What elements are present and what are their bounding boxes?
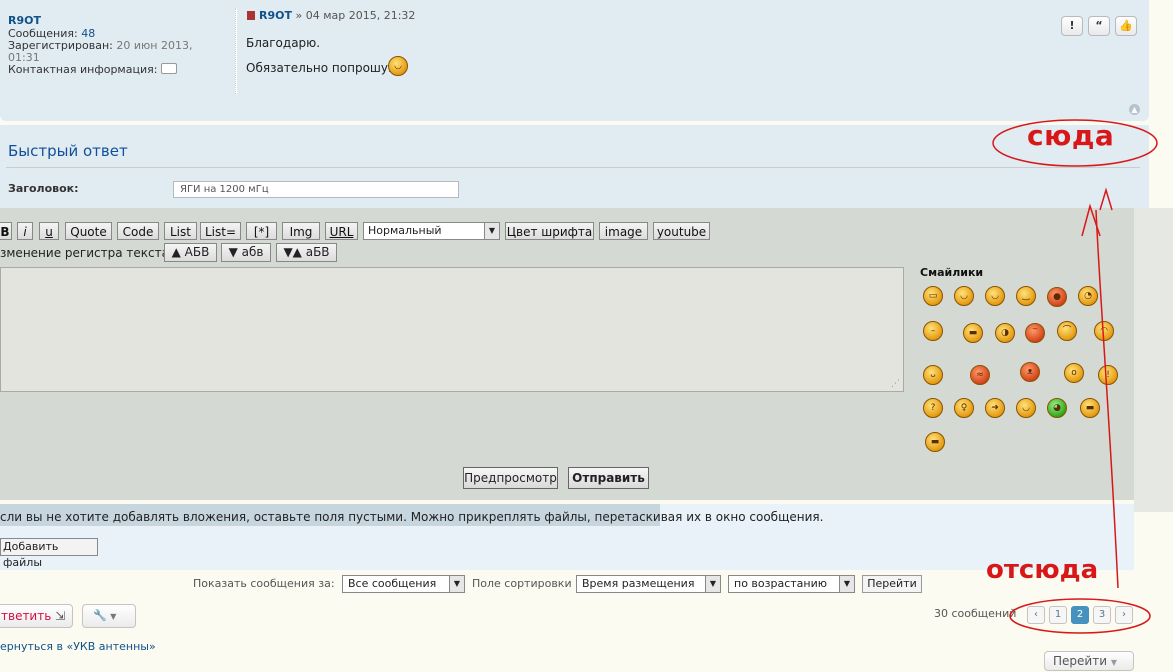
annotation-here: сюда: [1027, 119, 1115, 152]
annotation-ellipse-bottom: [1009, 598, 1151, 634]
annotation-from: отсюда: [986, 555, 1099, 585]
annotation-arrowhead-2: [1099, 187, 1113, 211]
annotation-arrow-line: [1095, 209, 1119, 589]
